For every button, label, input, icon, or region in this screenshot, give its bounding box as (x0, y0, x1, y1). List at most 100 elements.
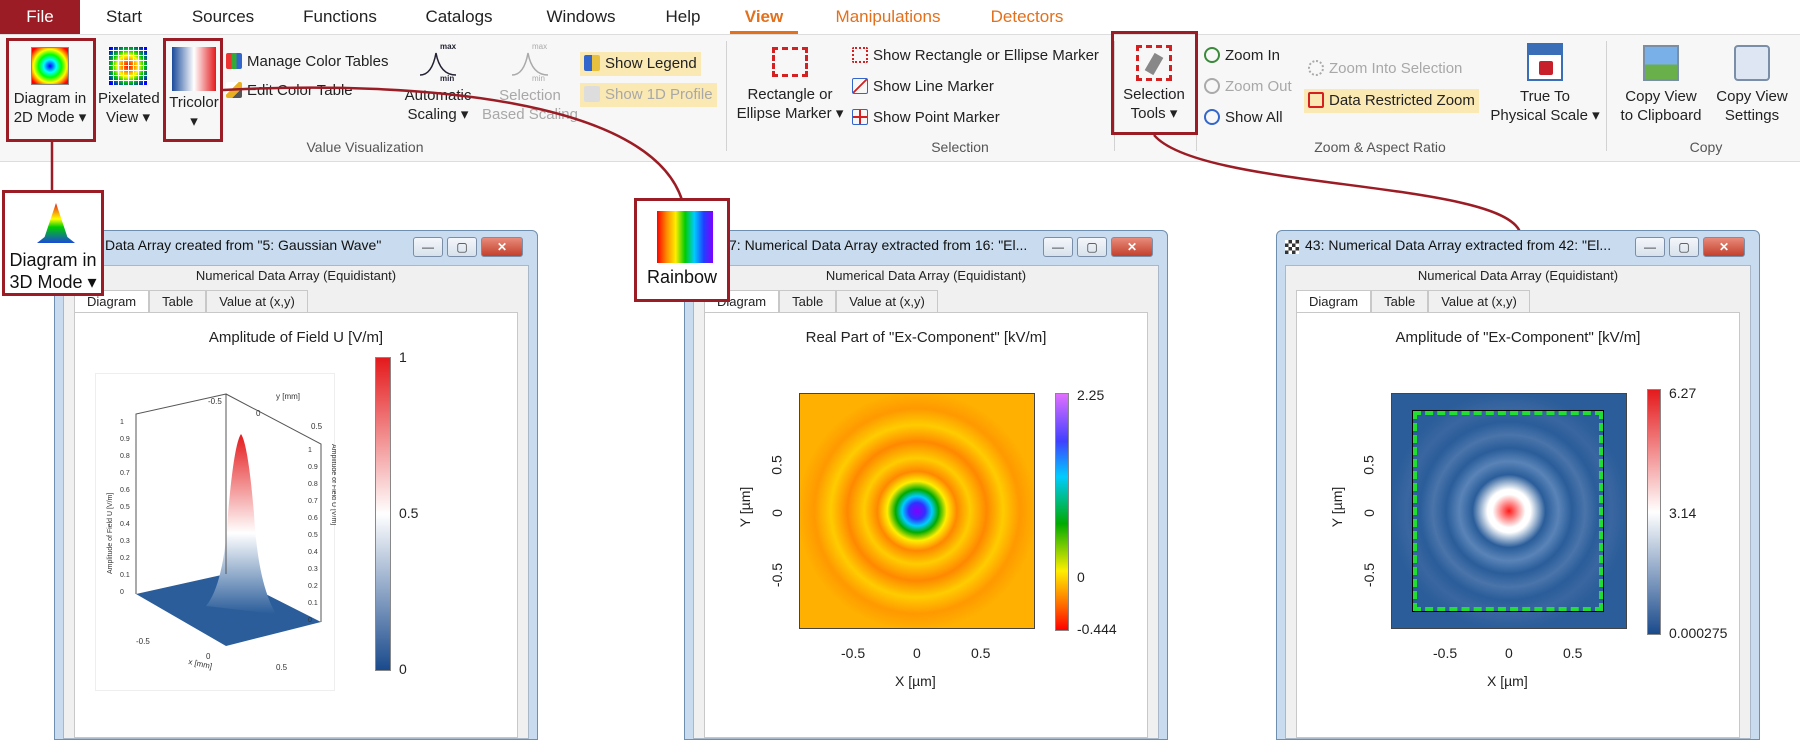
maximize-button[interactable]: ▢ (1077, 237, 1107, 257)
tab-table[interactable]: Table (149, 290, 207, 312)
y-axis-label: Y [µm] (737, 486, 754, 528)
z-tick-label: 0.6 (308, 515, 318, 522)
diagram-panel: Amplitude of Field U [V/m] x [mm] -0.5 0… (74, 312, 518, 738)
close-button[interactable]: ✕ (1111, 237, 1153, 257)
z-tick-label: 1 (308, 447, 312, 454)
y-tick-label: 0 (768, 509, 785, 517)
window-subtitle: Numerical Data Array (Equidistant) (195, 268, 397, 283)
y-axis-label: Y [µm] (1329, 486, 1346, 528)
colorbar (375, 357, 391, 671)
maximize-button[interactable]: ▢ (447, 237, 477, 257)
z-tick-label: 0.3 (120, 538, 130, 545)
svg-text:0.5: 0.5 (276, 663, 288, 672)
callout-3d-label-2: 3D Mode (9, 272, 83, 292)
window-title: 7: Numerical Data Array extracted from 1… (729, 237, 1028, 253)
connector-selection-tools (1153, 134, 1522, 233)
z-tick-label: 0 (308, 617, 312, 624)
z-tick-label: 0.1 (308, 600, 318, 607)
x-tick-label: 0.5 (971, 645, 991, 661)
window-client: Numerical Data Array (Equidistant) Diagr… (693, 265, 1159, 739)
x-axis-label: X [µm] (1487, 673, 1528, 689)
colorbar-mid-label: 0.5 (399, 505, 419, 521)
z-tick-label: 0.2 (308, 583, 318, 590)
z-tick-label: 0.3 (308, 566, 318, 573)
window-subtitle: Numerical Data Array (Equidistant) (825, 268, 1027, 283)
z-tick-label: 0.6 (120, 487, 130, 494)
tab-value-at[interactable]: Value at (x,y) (836, 290, 938, 312)
x-tick-label: 0 (913, 645, 921, 661)
colorbar-min-label: -0.444 (1077, 621, 1117, 637)
z-tick-label: 0.5 (308, 532, 318, 539)
x-tick-label: 0 (1505, 645, 1513, 661)
x-tick-label: 0.5 (1563, 645, 1583, 661)
maximize-button[interactable]: ▢ (1669, 237, 1699, 257)
tab-value-at[interactable]: Value at (x,y) (1428, 290, 1530, 312)
svg-text:0: 0 (256, 409, 261, 418)
tab-diagram[interactable]: Diagram (1296, 290, 1372, 312)
x-tick-label: -0.5 (1433, 645, 1458, 661)
colorbar-min-label: 0 (399, 661, 407, 677)
tab-table[interactable]: Table (1371, 290, 1429, 312)
z-tick-label: 0.5 (120, 504, 130, 511)
svg-text:0: 0 (206, 652, 211, 661)
z-tick-label: 0.7 (120, 470, 130, 477)
callout-diagram-3d: Diagram in 3D Mode ▾ (2, 190, 104, 296)
z-tick-label: 1 (120, 419, 124, 426)
window-title: Data Array created from "5: Gaussian Wav… (105, 237, 382, 253)
close-button[interactable]: ✕ (481, 237, 523, 257)
y-tick-label: 0 (1360, 509, 1377, 517)
z-tick-label: 0.9 (120, 436, 130, 443)
svg-text:-0.5: -0.5 (136, 637, 150, 646)
rainbow-gradient-icon (657, 211, 713, 263)
3d-surface-icon (37, 203, 75, 243)
z-tick-label: 0.9 (308, 464, 318, 471)
window-tabs: Diagram Table Value at (x,y) (74, 290, 308, 312)
colorbar (1647, 389, 1661, 635)
callout-rainbow: Rainbow (634, 198, 730, 302)
rectangle-selection-marker[interactable] (1412, 410, 1604, 612)
svg-text:-0.5: -0.5 (208, 397, 222, 406)
y-tick-label: -0.5 (1361, 562, 1378, 588)
window-tabs: Diagram Table Value at (x,y) (704, 290, 938, 312)
z-tick-label: 0.8 (308, 481, 318, 488)
svg-text:Amplitude of Field U [V/m]: Amplitude of Field U [V/m] (107, 493, 114, 574)
connector-tricolor-to-rainbow (222, 86, 684, 201)
minimize-button[interactable]: — (1635, 237, 1665, 257)
colorbar-max-label: 6.27 (1669, 385, 1697, 401)
window-client: Numerical Data Array (Equidistant) Diagr… (1285, 265, 1751, 739)
window-subtitle: Numerical Data Array (Equidistant) (1417, 268, 1619, 283)
close-button[interactable]: ✕ (1703, 237, 1745, 257)
heatmap-rainbow (799, 393, 1035, 629)
callout-3d-label-1: Diagram in (9, 250, 97, 270)
z-tick-label: 0.4 (308, 549, 318, 556)
callout-rainbow-label: Rainbow (646, 267, 718, 287)
window-title: 43: Numerical Data Array extracted from … (1305, 237, 1612, 253)
z-tick-label: 0.7 (308, 498, 318, 505)
diagram-panel: Real Part of "Ex-Component" [kV/m] 2.25 … (704, 312, 1148, 738)
z-tick-label: 0 (120, 589, 124, 596)
z-tick-label: 0.2 (120, 555, 130, 562)
plot-title: Amplitude of Field U [V/m] (208, 329, 384, 346)
colorbar-max-label: 1 (399, 349, 407, 365)
y-tick-label: 0.5 (1360, 455, 1377, 475)
z-tick-label: 0.4 (120, 521, 130, 528)
colorbar-min-label: 0.000275 (1669, 625, 1728, 641)
x-axis-label: X [µm] (895, 673, 936, 689)
window-real-part: 7: Numerical Data Array extracted from 1… (684, 230, 1168, 740)
svg-text:0.5: 0.5 (311, 422, 323, 431)
box-edge-left (135, 393, 227, 594)
tab-value-at[interactable]: Value at (x,y) (206, 290, 308, 312)
colorbar-mid-label: 0 (1077, 569, 1085, 585)
x-tick-label: -0.5 (841, 645, 866, 661)
minimize-button[interactable]: — (1043, 237, 1073, 257)
window-amplitude: 43: Numerical Data Array extracted from … (1276, 230, 1760, 740)
minimize-button[interactable]: — (413, 237, 443, 257)
tab-table[interactable]: Table (779, 290, 837, 312)
window-gaussian-wave: Data Array created from "5: Gaussian Wav… (54, 230, 538, 740)
svg-text:y [mm]: y [mm] (276, 392, 300, 401)
colorbar (1055, 393, 1069, 631)
gaussian-peak (206, 434, 276, 614)
colorbar-mid-label: 3.14 (1669, 505, 1697, 521)
window-tabs: Diagram Table Value at (x,y) (1296, 290, 1530, 312)
z-tick-label: 0.8 (120, 453, 130, 460)
